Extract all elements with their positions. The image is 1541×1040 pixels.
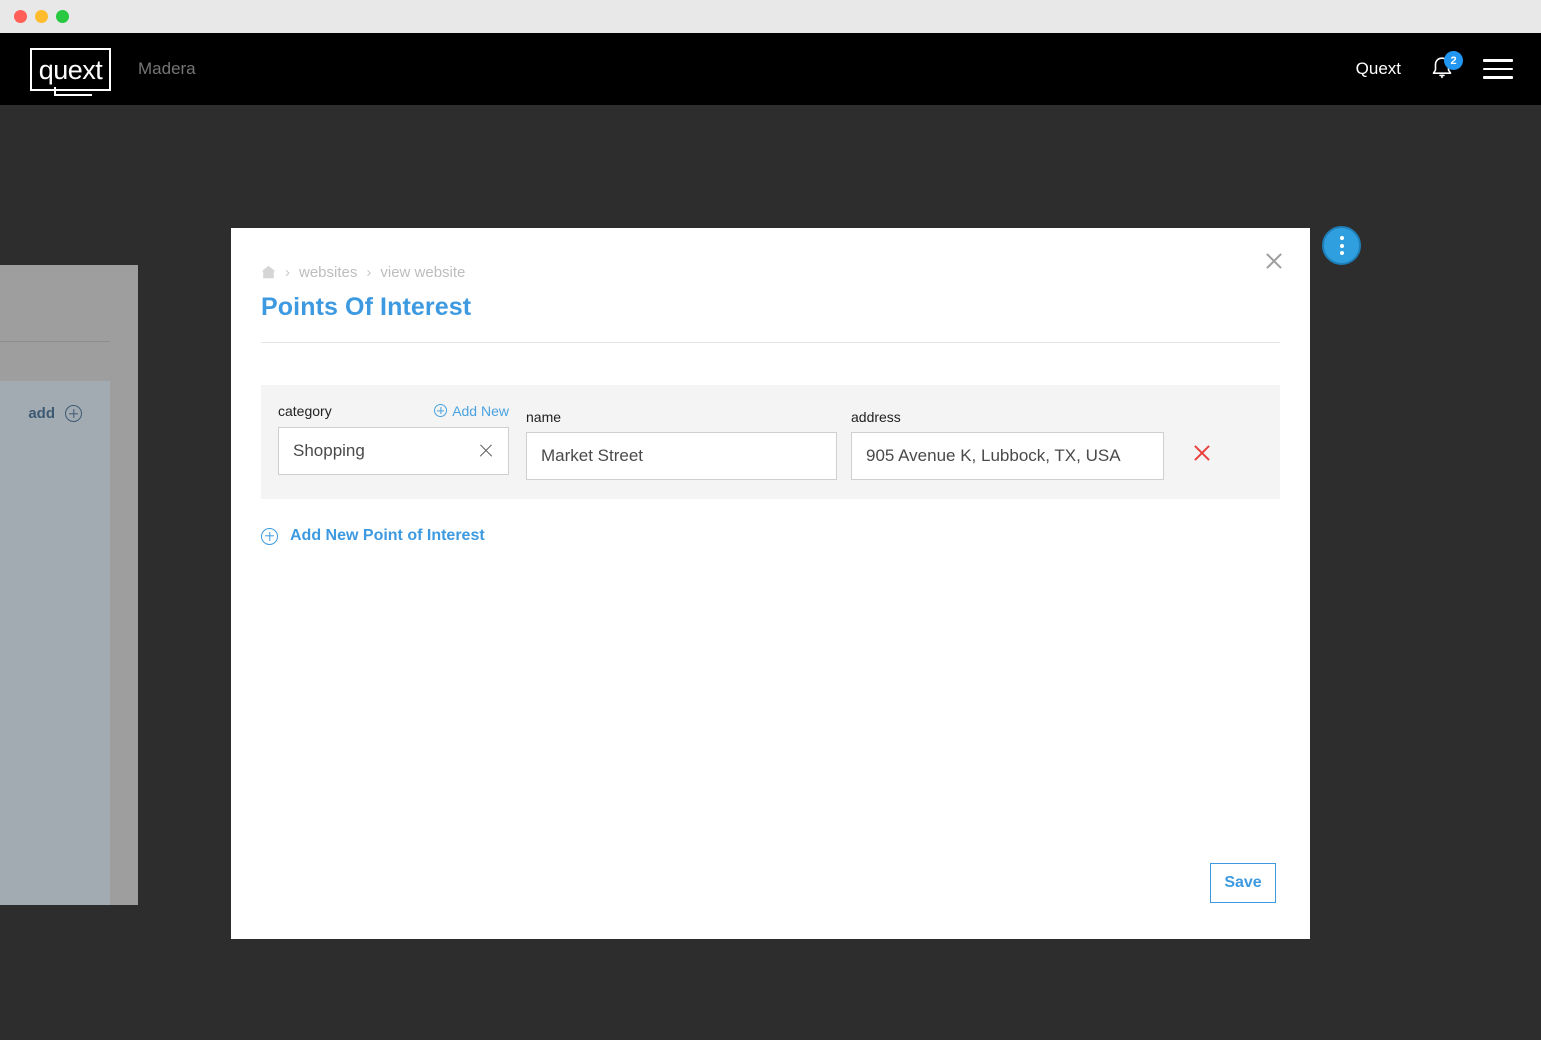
clear-icon[interactable]	[478, 443, 494, 459]
home-icon[interactable]	[261, 265, 276, 279]
add-new-point-of-interest-button[interactable]: Add New Point of Interest	[261, 527, 485, 545]
name-input[interactable]: Market Street	[526, 432, 837, 480]
category-input[interactable]: Shopping	[278, 427, 509, 475]
header-actions: Quext 2	[1356, 51, 1513, 84]
title-divider	[261, 342, 1280, 343]
breadcrumb-item-view-website[interactable]: view website	[380, 264, 465, 281]
more-vertical-icon-dot	[1339, 236, 1344, 240]
page-title: Points Of Interest	[261, 293, 472, 321]
close-window-button[interactable]	[14, 10, 27, 23]
breadcrumb-separator: ›	[285, 263, 290, 281]
name-field-header: name	[526, 401, 837, 425]
address-field-header: address	[851, 401, 1164, 425]
name-field-group: name Market Street	[526, 401, 837, 480]
category-field-group: category Add New Shopping	[278, 401, 509, 475]
breadcrumb: › websites › view website	[261, 262, 1280, 282]
add-new-poi-label: Add New Point of Interest	[290, 527, 485, 544]
background-add-label: add	[28, 405, 55, 422]
address-label: address	[851, 409, 901, 425]
property-name: Madera	[138, 59, 196, 78]
modal-body: › websites › view website Points Of Inte…	[231, 228, 1310, 545]
more-vertical-icon-dot	[1339, 251, 1344, 255]
background-add-button[interactable]: add	[28, 405, 82, 422]
breadcrumb-item-websites[interactable]: websites	[299, 264, 357, 281]
background-card: add e ood	[0, 381, 110, 905]
minimize-window-button[interactable]	[35, 10, 48, 23]
notification-badge: 2	[1444, 51, 1463, 70]
add-new-label: Add New	[452, 402, 509, 419]
background-link-2[interactable]: ood	[0, 587, 110, 604]
hamburger-menu-icon[interactable]	[1483, 59, 1513, 79]
delete-icon[interactable]	[1192, 443, 1212, 463]
background-panel: add e ood	[0, 265, 138, 905]
points-of-interest-modal: › websites › view website Points Of Inte…	[231, 228, 1310, 939]
logo-underline-decoration	[54, 86, 92, 96]
traffic-lights	[14, 10, 69, 23]
save-button[interactable]: Save	[1210, 863, 1276, 903]
window-title-bar	[0, 0, 1541, 33]
floating-more-options-button[interactable]	[1322, 226, 1361, 265]
name-label: name	[526, 409, 562, 425]
plus-circle-icon	[65, 405, 82, 422]
address-input[interactable]: 905 Avenue K, Lubbock, TX, USA	[851, 432, 1164, 480]
app-header: quext Madera Quext 2	[0, 33, 1541, 105]
address-field-group: address 905 Avenue K, Lubbock, TX, USA	[851, 401, 1164, 480]
notifications-button[interactable]: 2	[1429, 51, 1463, 84]
more-vertical-icon-dot	[1339, 243, 1344, 248]
background-divider	[0, 341, 110, 342]
category-label: category	[278, 402, 332, 419]
logo-text: quext	[38, 54, 103, 85]
poi-row: category Add New Shopping name Market St…	[261, 385, 1280, 499]
breadcrumb-separator: ›	[366, 263, 372, 281]
close-icon[interactable]	[1263, 250, 1285, 272]
category-field-header: category Add New	[278, 401, 509, 420]
plus-circle-icon	[261, 527, 278, 545]
zoom-window-button[interactable]	[56, 10, 69, 23]
address-value: 905 Avenue K, Lubbock, TX, USA	[866, 446, 1121, 465]
plus-circle-icon	[434, 404, 448, 417]
category-value: Shopping	[293, 441, 365, 460]
user-name[interactable]: Quext	[1356, 59, 1401, 79]
quext-logo[interactable]: quext	[30, 47, 111, 96]
name-value: Market Street	[541, 446, 644, 465]
background-link-1[interactable]: e	[0, 525, 110, 542]
add-new-category-button[interactable]: Add New	[434, 403, 509, 419]
